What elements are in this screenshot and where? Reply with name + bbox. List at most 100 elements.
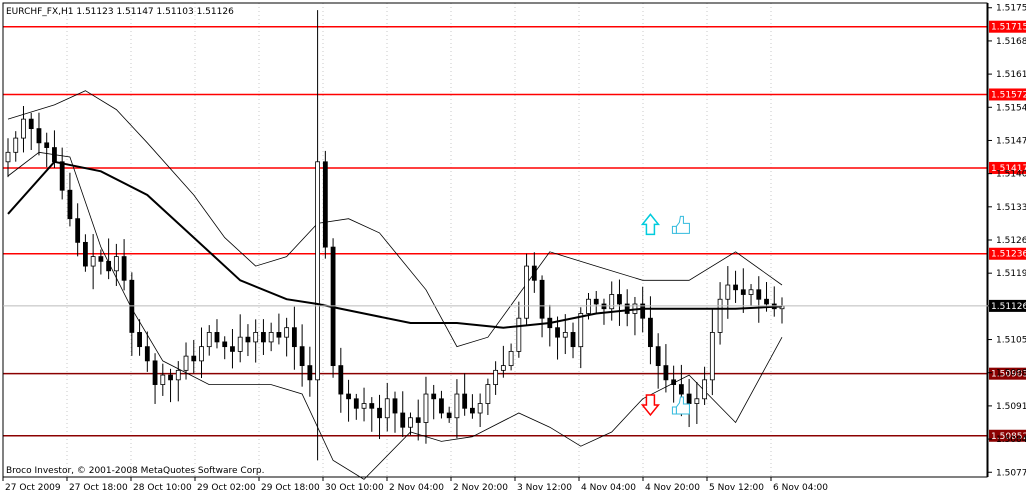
candle-body: [384, 398, 390, 419]
chart-header: EURCHF_FX,H1 1.51123 1.51147 1.51103 1.5…: [6, 7, 234, 17]
candle-body: [353, 398, 359, 409]
candle-body: [748, 289, 754, 295]
copyright-text: Broco Investor, © 2001-2008 MetaQuotes S…: [6, 466, 265, 476]
candle-body: [315, 161, 321, 381]
y-tick-label: 1.51405: [996, 170, 1026, 180]
candle-body: [570, 332, 576, 348]
candle-body: [183, 355, 189, 371]
y-tick-label: 1.51755: [996, 4, 1026, 14]
x-tick-label: 6 Nov 04:00: [773, 483, 828, 493]
candle-body: [36, 128, 42, 144]
candle-body: [400, 412, 406, 428]
candle-body: [725, 284, 731, 300]
candle-body: [245, 336, 251, 343]
candlestick-series: [5, 10, 785, 461]
y-tick-label: 1.50775: [996, 468, 1026, 478]
candle-body: [493, 369, 499, 385]
chart-grid: [66, 3, 772, 477]
candle-body: [307, 365, 313, 381]
y-tick-label: 1.51685: [996, 37, 1026, 47]
plot-frame: [2, 2, 988, 478]
candle-body: [671, 379, 677, 385]
x-tick-label: 30 Oct 10:00: [325, 483, 384, 493]
candle-body: [702, 379, 707, 400]
candle-body: [578, 313, 584, 348]
x-tick-label: 2 Nov 20:00: [453, 483, 508, 493]
candle-body: [168, 374, 173, 381]
candle-body: [462, 393, 468, 409]
candle-body: [214, 332, 220, 343]
candle-body: [253, 332, 259, 343]
candle-body: [733, 284, 738, 291]
candle-body: [98, 256, 104, 262]
candle-body: [477, 403, 483, 414]
candle-body: [44, 142, 50, 148]
x-tick-label: 27 Oct 2009: [5, 483, 61, 493]
candle-body: [508, 350, 514, 367]
candle-body: [206, 332, 212, 348]
x-tick-label: 29 Oct 02:00: [197, 483, 256, 493]
y-tick-label: 1.51265: [996, 236, 1026, 246]
candle-body: [439, 398, 444, 414]
price-level-label: 1.51236: [991, 250, 1026, 260]
candle-body: [415, 417, 421, 423]
candle-body: [694, 398, 700, 404]
candle-body: [59, 161, 65, 191]
candle-body: [230, 346, 235, 352]
candle-body: [83, 241, 88, 267]
candle-body: [121, 256, 127, 281]
candle-body: [678, 384, 684, 395]
x-tick-label: 2 Nov 04:00: [389, 483, 444, 493]
candle-body: [562, 332, 568, 338]
candle-body: [28, 118, 34, 130]
y-tick-label: 1.51195: [996, 269, 1026, 279]
candle-body: [276, 332, 282, 338]
candle-body: [5, 151, 11, 163]
candle-body: [500, 365, 506, 371]
candle-body: [392, 398, 398, 414]
price-level-label: 1.51572: [991, 90, 1026, 100]
price-chart[interactable]: 1.517151.515721.514171.512361.509831.508…: [0, 0, 1026, 495]
candle-body: [144, 346, 150, 362]
candle-body: [175, 369, 181, 381]
x-tick-label: 4 Nov 20:00: [645, 483, 700, 493]
candle-body: [90, 256, 96, 267]
y-tick-label: 1.50845: [996, 435, 1026, 445]
x-tick-label: 3 Nov 12:00: [517, 483, 572, 493]
candle-body: [67, 189, 73, 220]
candle-body: [756, 289, 762, 300]
x-tick-label: 5 Nov 12:00: [709, 483, 764, 493]
candle-body: [75, 218, 81, 243]
thumbs-up-icon: [671, 215, 690, 234]
up-arrow-icon: [640, 213, 660, 236]
candle-body: [338, 365, 344, 395]
candle-body: [191, 355, 197, 362]
candle-body: [686, 393, 692, 404]
candle-body: [539, 279, 545, 319]
candle-body: [764, 298, 769, 305]
candle-body: [237, 336, 243, 352]
candle-body: [369, 403, 375, 409]
candle-body: [137, 332, 142, 348]
candle-body: [663, 365, 669, 381]
candle-body: [617, 294, 622, 305]
candle-body: [106, 260, 112, 272]
x-tick-label: 29 Oct 18:00: [261, 483, 320, 493]
y-tick-label: 1.50915: [996, 402, 1026, 412]
current-price-label: 1.51126: [991, 302, 1026, 312]
candle-body: [361, 403, 367, 409]
y-tick-label: 1.51055: [996, 336, 1026, 346]
y-tick-label: 1.51545: [996, 103, 1026, 113]
candle-body: [485, 384, 491, 404]
candle-body: [531, 265, 537, 281]
x-tick-label: 28 Oct 10:00: [133, 483, 192, 493]
candle-body: [222, 341, 228, 348]
candle-body: [431, 393, 437, 400]
candle-body: [261, 332, 266, 343]
candle-body: [52, 147, 57, 163]
candle-body: [524, 265, 529, 319]
candle-body: [377, 407, 382, 419]
price-level-label: 1.51715: [991, 23, 1026, 33]
candle-body: [284, 327, 290, 338]
candle-body: [717, 298, 723, 333]
